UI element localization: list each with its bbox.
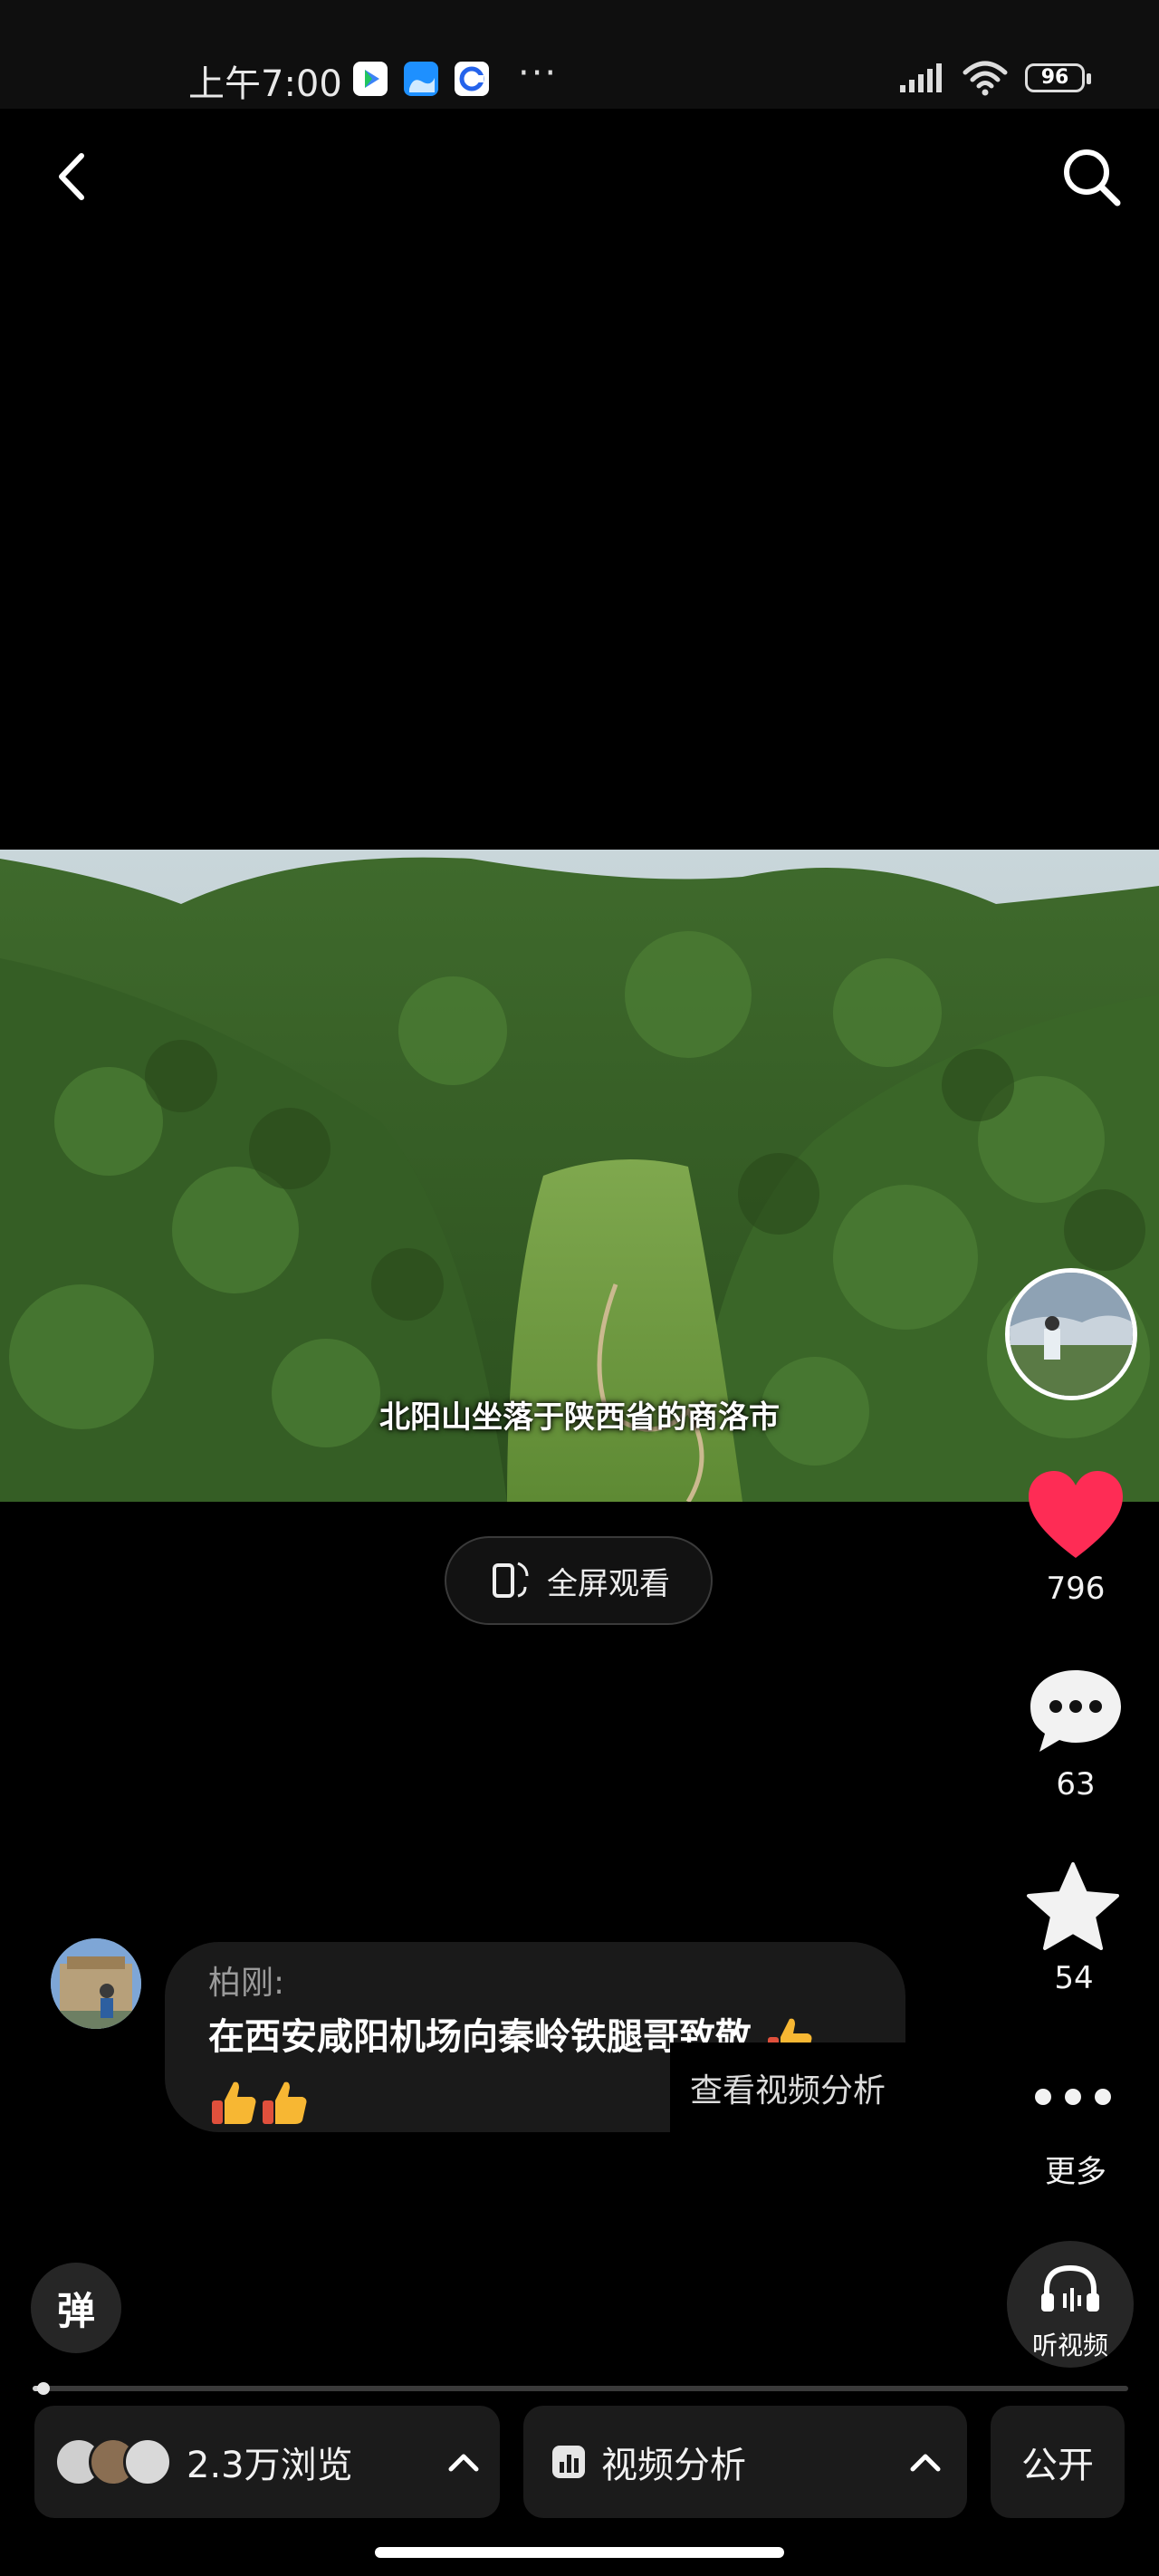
status-time: 上午7:00 [188,63,342,105]
headphones-icon [1041,2264,1099,2312]
status-overflow-dots: ··· [518,53,559,94]
wifi-icon [962,60,1009,100]
more-button[interactable] [1023,2074,1132,2123]
bar-chart-icon [552,2446,585,2478]
comment-count: 63 [1056,1766,1096,1802]
thumbs-up-emoji [208,2077,259,2128]
creator-avatar[interactable] [1005,1268,1137,1400]
more-label: 更多 [1045,2154,1106,2190]
commenter-avatar[interactable] [51,1938,141,2029]
thumbs-up-emoji [259,2077,310,2128]
fullscreen-button[interactable]: 全屏观看 [445,1536,713,1625]
browser-app-icon [455,62,489,96]
like-count: 796 [1046,1571,1106,1607]
cloud-app-icon [404,62,438,96]
view-video-analysis-link[interactable]: 查看视频分析 [670,2043,905,2133]
creator-avatar-image [1010,1273,1133,1396]
listen-video-label: 听视频 [1031,2331,1108,2360]
chevron-up-icon [910,2454,941,2472]
video-analysis-pill[interactable]: 视频分析 [523,2406,967,2518]
star-icon [1027,1862,1119,1950]
viewer-avatar [123,2437,172,2486]
favorite-button[interactable] [1023,1859,1132,1962]
fullscreen-label: 全屏观看 [547,1565,670,1602]
back-arrow-icon [59,153,84,200]
views-pill[interactable]: 2.3万浏览 [34,2406,500,2518]
visibility-button[interactable]: 公开 [991,2406,1125,2518]
video-analysis-label: 视频分析 [601,2445,746,2486]
commenter-avatar-image [51,1938,141,2029]
speech-bubble-icon [1030,1670,1121,1752]
app-store-icon [353,62,388,96]
chevron-up-icon [448,2454,479,2472]
home-indicator[interactable] [375,2547,784,2558]
battery-indicator: 96 [1025,63,1091,92]
video-subtitle: 北阳山坐落于陕西省的商洛市 [379,1399,780,1436]
signal-icon [898,62,947,98]
danmaku-toggle[interactable]: 弹 [31,2263,121,2353]
search-button[interactable] [1059,145,1123,208]
favorite-count: 54 [1054,1960,1094,1996]
comment-button[interactable] [1023,1663,1132,1766]
ellipsis-icon [1035,2089,1111,2105]
views-count: 2.3万浏览 [187,2445,353,2486]
rotate-phone-icon [493,1562,529,1598]
progress-bar[interactable] [33,2386,1128,2391]
progress-handle[interactable] [37,2382,50,2395]
back-button[interactable] [45,145,100,208]
comment-username: 柏刚: [208,1965,285,2002]
heart-icon [1029,1471,1123,1558]
search-icon [1064,149,1121,207]
like-button[interactable] [1021,1467,1130,1571]
